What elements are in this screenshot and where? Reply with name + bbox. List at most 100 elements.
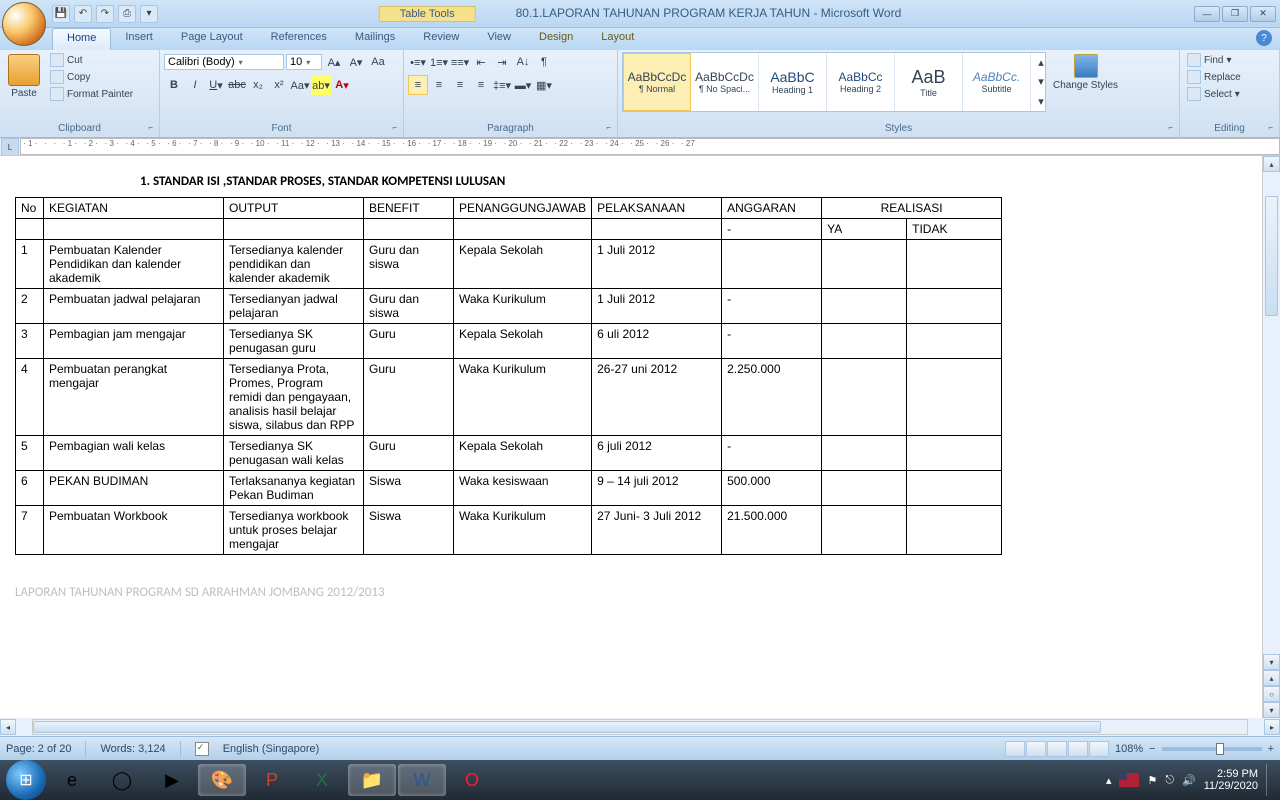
cell-kegiatan[interactable]: Pembagian jam mengajar — [44, 324, 224, 359]
spellcheck-icon[interactable] — [195, 742, 209, 756]
cell-kegiatan[interactable]: PEKAN BUDIMAN — [44, 471, 224, 506]
bold-button[interactable]: B — [164, 75, 184, 95]
cell-kegiatan[interactable]: Pembuatan Kalender Pendidikan dan kalend… — [44, 240, 224, 289]
superscript-button[interactable]: x² — [269, 75, 289, 95]
tray-volume-icon[interactable]: 🔊 — [1182, 774, 1196, 787]
cell-pel[interactable]: 6 uli 2012 — [592, 324, 722, 359]
cell-pj[interactable]: Kepala Sekolah — [454, 240, 592, 289]
tab-page-layout[interactable]: Page Layout — [167, 28, 257, 50]
shrink-font-button[interactable]: A▾ — [346, 52, 366, 72]
cell-pel[interactable]: 1 Juli 2012 — [592, 289, 722, 324]
browse-prev-icon[interactable]: ▴ — [1263, 670, 1280, 686]
cell-pj[interactable]: Waka Kurikulum — [454, 506, 592, 555]
cell-output[interactable]: Tersedianyan jadwal pelajaran — [224, 289, 364, 324]
view-full-screen-button[interactable] — [1026, 741, 1046, 757]
cell-tidak[interactable] — [907, 289, 1002, 324]
hscroll-right-icon[interactable]: ▸ — [1264, 719, 1280, 735]
styles-more-button[interactable]: ▾ — [1031, 92, 1051, 111]
cell-ya[interactable] — [822, 240, 907, 289]
cell-ang[interactable]: 500.000 — [722, 471, 822, 506]
restore-button[interactable]: ❐ — [1222, 6, 1248, 22]
tray-show-hidden-icon[interactable]: ▴ — [1106, 774, 1112, 787]
style-heading2[interactable]: AaBbCcHeading 2 — [827, 53, 895, 111]
cell-ang[interactable]: - — [722, 289, 822, 324]
cell-kegiatan[interactable]: Pembuatan Workbook — [44, 506, 224, 555]
cell-tidak[interactable] — [907, 359, 1002, 436]
cell-no[interactable]: 7 — [16, 506, 44, 555]
tab-design[interactable]: Design — [525, 28, 587, 50]
sort-button[interactable]: A↓ — [513, 52, 533, 72]
start-button[interactable]: ⊞ — [6, 760, 46, 800]
cell-ang[interactable]: - — [722, 436, 822, 471]
change-styles-button[interactable]: Change Styles — [1049, 52, 1122, 93]
cell-output[interactable]: Terlaksananya kegiatan Pekan Budiman — [224, 471, 364, 506]
cell-output[interactable]: Tersedianya SK penugasan guru — [224, 324, 364, 359]
cell-pj[interactable]: Waka Kurikulum — [454, 289, 592, 324]
cell-output[interactable]: Tersedianya Prota, Promes, Program remid… — [224, 359, 364, 436]
qat-customize-icon[interactable]: ▾ — [140, 5, 158, 23]
tab-insert[interactable]: Insert — [111, 28, 167, 50]
cell-ang[interactable] — [722, 240, 822, 289]
zoom-in-button[interactable]: + — [1268, 743, 1274, 755]
taskbar-media-icon[interactable]: ▶ — [148, 764, 196, 796]
view-outline-button[interactable] — [1068, 741, 1088, 757]
status-page[interactable]: Page: 2 of 20 — [6, 743, 71, 755]
borders-button[interactable]: ▦▾ — [534, 75, 554, 95]
cell-ang[interactable]: 2.250.000 — [722, 359, 822, 436]
cell-benefit[interactable]: Guru dan siswa — [364, 289, 454, 324]
align-right-button[interactable]: ≡ — [450, 75, 470, 95]
view-web-layout-button[interactable] — [1047, 741, 1067, 757]
browse-object-icon[interactable]: ○ — [1263, 686, 1280, 702]
cell-tidak[interactable] — [907, 506, 1002, 555]
justify-button[interactable]: ≡ — [471, 75, 491, 95]
taskbar-paint-icon[interactable]: 🎨 — [198, 764, 246, 796]
show-marks-button[interactable]: ¶ — [534, 52, 554, 72]
zoom-value[interactable]: 108% — [1115, 743, 1143, 755]
tab-references[interactable]: References — [257, 28, 341, 50]
align-center-button[interactable]: ≡ — [429, 75, 449, 95]
zoom-out-button[interactable]: − — [1149, 743, 1155, 755]
cell-pj[interactable]: Waka Kurikulum — [454, 359, 592, 436]
font-name-combo[interactable]: Calibri (Body) — [164, 54, 284, 70]
zoom-thumb[interactable] — [1216, 743, 1224, 755]
cell-no[interactable]: 6 — [16, 471, 44, 506]
cell-pj[interactable]: Kepala Sekolah — [454, 436, 592, 471]
status-words[interactable]: Words: 3,124 — [100, 743, 165, 755]
tab-review[interactable]: Review — [409, 28, 473, 50]
cell-benefit[interactable]: Siswa — [364, 471, 454, 506]
multilevel-button[interactable]: ≡≡▾ — [450, 52, 470, 72]
cell-ya[interactable] — [822, 289, 907, 324]
close-button[interactable]: ✕ — [1250, 6, 1276, 22]
cell-tidak[interactable] — [907, 471, 1002, 506]
shading-button[interactable]: ▬▾ — [513, 75, 533, 95]
taskbar-ie-icon[interactable]: e — [48, 764, 96, 796]
scroll-up-icon[interactable]: ▴ — [1263, 156, 1280, 172]
styles-gallery[interactable]: AaBbCcDc¶ Normal AaBbCcDc¶ No Spaci... A… — [622, 52, 1046, 112]
help-icon[interactable]: ? — [1256, 30, 1272, 46]
document-area[interactable]: 1. STANDAR ISI ,STANDAR PROSES, STANDAR … — [0, 156, 1262, 718]
cell-kegiatan[interactable]: Pembagian wali kelas — [44, 436, 224, 471]
cell-kegiatan[interactable]: Pembuatan perangkat mengajar — [44, 359, 224, 436]
ruler-corner[interactable]: L — [1, 138, 19, 156]
tab-mailings[interactable]: Mailings — [341, 28, 409, 50]
underline-button[interactable]: U▾ — [206, 75, 226, 95]
cell-tidak[interactable] — [907, 240, 1002, 289]
align-left-button[interactable]: ≡ — [408, 75, 428, 95]
redo-icon[interactable]: ↷ — [96, 5, 114, 23]
styles-down-button[interactable]: ▾ — [1031, 72, 1051, 91]
cell-ya[interactable] — [822, 359, 907, 436]
cell-tidak[interactable] — [907, 324, 1002, 359]
scroll-thumb[interactable] — [1265, 196, 1278, 316]
print-icon[interactable]: ⎙ — [118, 5, 136, 23]
cell-pel[interactable]: 26-27 uni 2012 — [592, 359, 722, 436]
cell-benefit[interactable]: Guru — [364, 324, 454, 359]
vertical-scrollbar[interactable]: ▴ ▾ ▴ ○ ▾ — [1262, 156, 1280, 718]
italic-button[interactable]: I — [185, 75, 205, 95]
horizontal-scrollbar[interactable]: ◂ ▸ — [0, 718, 1280, 736]
cell-ya[interactable] — [822, 436, 907, 471]
style-no-spacing[interactable]: AaBbCcDc¶ No Spaci... — [691, 53, 759, 111]
styles-up-button[interactable]: ▴ — [1031, 53, 1051, 72]
hscroll-left-icon[interactable]: ◂ — [0, 719, 16, 735]
office-button[interactable] — [2, 2, 46, 46]
cut-button[interactable]: Cut — [47, 52, 136, 68]
